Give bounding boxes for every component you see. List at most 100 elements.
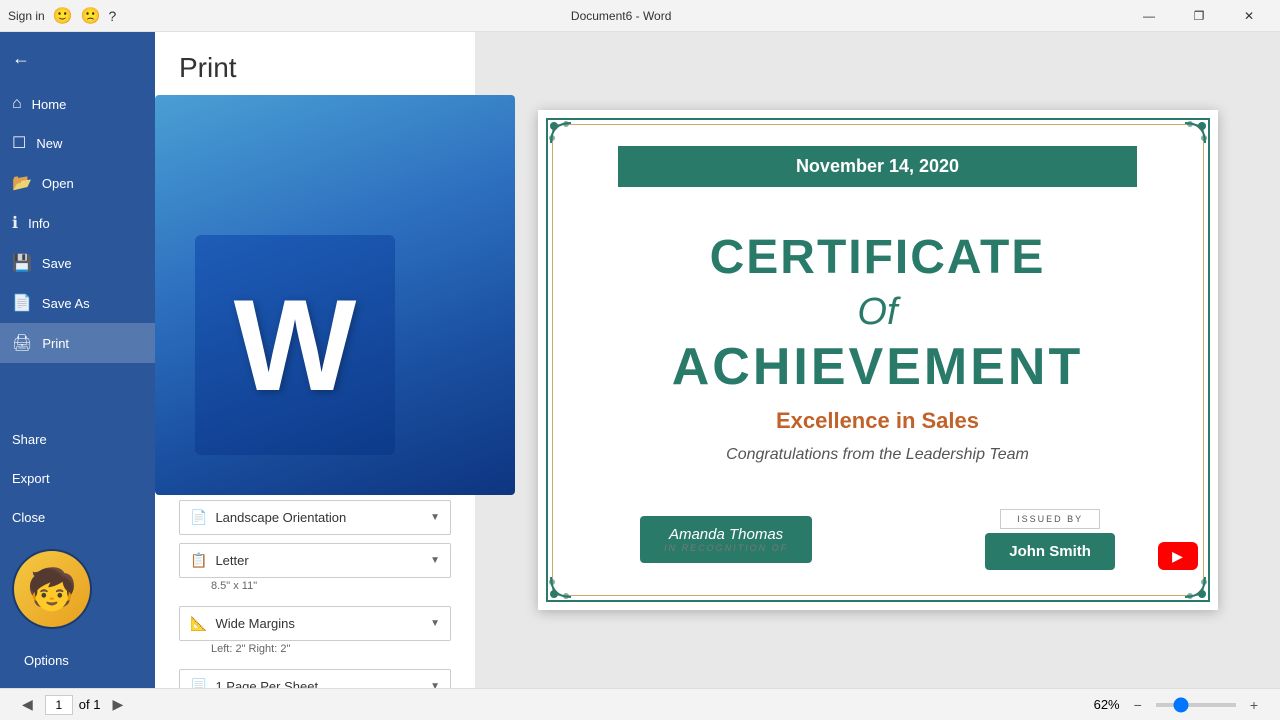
avatar: 🧒 [12,549,92,629]
corner-tl [546,118,596,168]
cert-title-achievement: ACHIEVEMENT [672,339,1083,396]
preview-container: November 14, 2020 CERTIFICATE Of ACHIEVE… [538,110,1218,610]
cert-congrats: Congratulations from the Leadership Team [726,446,1029,464]
titlebar-left: Sign in 🙂 🙁 ? [8,6,116,26]
youtube-play-icon: ▶ [1172,548,1183,565]
sidebar-item-label: Home [32,97,67,112]
sidebar-item-close[interactable]: Close [12,502,143,533]
sidebar-item-export[interactable]: Export [12,463,143,494]
home-icon: ⌂ [12,95,22,113]
options-label[interactable]: Options [12,645,143,676]
avatar-image: 🧒 [14,551,90,627]
margins-arrow-icon: ▼ [430,618,440,629]
sidebar-nav: ⌂ Home ☐ New 📂 Open ℹ Info 💾 Save 📄 Sav [0,85,155,412]
youtube-overlay[interactable]: ▶ [1158,542,1198,570]
orientation-arrow-icon: ▼ [430,512,440,523]
sidebar-item-label: New [36,136,62,151]
window-controls: — ❐ ✕ [1126,0,1272,32]
cert-recipient-name: Amanda Thomas [664,526,788,543]
save-icon: 💾 [12,253,32,273]
cert-recognition-label: IN RECOGNITION OF [664,543,788,553]
cert-footer: Amanda Thomas IN RECOGNITION OF ISSUED B… [554,509,1202,570]
pps-label: 1 Page Per Sheet [215,679,422,688]
page-navigation: ◀ of 1 ▶ [16,694,129,715]
cert-recipient: Amanda Thomas IN RECOGNITION OF [640,516,812,563]
app-body: ← ⌂ Home ☐ New 📂 Open ℹ Info 💾 Save [0,32,1280,688]
prev-page-button[interactable]: ◀ [16,694,39,715]
back-icon: ← [12,48,30,69]
zoom-area: 62% − + [1094,695,1264,715]
emoji-sad-button[interactable]: 🙁 [81,6,101,26]
paper-size: 8.5" x 11" [179,578,451,598]
sign-in-button[interactable]: Sign in [8,9,45,23]
margins-icon: 📐 [190,615,207,632]
sidebar-item-home[interactable]: ⌂ Home [0,85,155,123]
maximize-button[interactable]: ❐ [1176,0,1222,32]
margins-dropdown[interactable]: 📐 Wide Margins ▼ [179,606,451,641]
corner-tr [1160,118,1210,168]
saveas-icon: 📄 [12,293,32,313]
margins-detail: Left: 2" Right: 2" [179,641,451,661]
page-input[interactable] [45,695,73,715]
sidebar-item-print[interactable]: 🖨 Print [0,323,155,363]
help-button[interactable]: ? [109,8,117,24]
sidebar-item-label: Open [42,176,74,191]
pps-arrow-icon: ▼ [430,681,440,688]
pps-option: 📃 1 Page Per Sheet ▼ [179,669,451,688]
certificate: November 14, 2020 CERTIFICATE Of ACHIEVE… [538,110,1218,610]
preview-area: November 14, 2020 CERTIFICATE Of ACHIEVE… [475,32,1280,688]
next-page-button[interactable]: ▶ [106,694,129,715]
orientation-icon: 📄 [190,509,207,526]
sidebar-item-save[interactable]: 💾 Save [0,243,155,283]
window-title: Document6 - Word [116,9,1126,23]
sidebar-item-open[interactable]: 📂 Open [0,163,155,203]
minimize-button[interactable]: — [1126,0,1172,32]
orientation-option: 📄 Landscape Orientation ▼ [179,500,451,535]
sidebar-item-label: Save As [42,296,90,311]
sidebar-item-label: Info [28,216,50,231]
info-icon: ℹ [12,213,18,233]
zoom-in-button[interactable]: + [1244,695,1264,715]
sidebar-item-saveas[interactable]: 📄 Save As [0,283,155,323]
zoom-level: 62% [1094,697,1120,712]
cert-body: CERTIFICATE Of ACHIEVEMENT Excellence in… [672,187,1083,509]
orientation-label: Landscape Orientation [215,510,422,525]
open-icon: 📂 [12,173,32,193]
titlebar: Sign in 🙂 🙁 ? Document6 - Word — ❐ ✕ [0,0,1280,32]
print-title: Print [179,52,451,84]
new-icon: ☐ [12,133,26,153]
sidebar-item-new[interactable]: ☐ New [0,123,155,163]
cert-title-certificate: CERTIFICATE [710,232,1046,285]
sidebar-back-button[interactable]: ← [0,32,155,85]
sidebar-item-label: Print [42,336,69,351]
cert-subtitle: Excellence in Sales [776,408,979,434]
print-panel: Print 📄 Landscape Orientation ▼ 📋 Letter… [155,32,475,688]
orientation-dropdown[interactable]: 📄 Landscape Orientation ▼ [179,500,451,535]
paper-dropdown[interactable]: 📋 Letter ▼ [179,543,451,578]
margins-label: Wide Margins [215,616,422,631]
close-button[interactable]: ✕ [1226,0,1272,32]
cert-issued-label: ISSUED BY [1000,509,1100,529]
pps-icon: 📃 [190,678,207,688]
cert-issuer-name: John Smith [985,533,1115,570]
zoom-out-button[interactable]: − [1128,695,1148,715]
sidebar-item-info[interactable]: ℹ Info [0,203,155,243]
pps-dropdown[interactable]: 📃 1 Page Per Sheet ▼ [179,669,451,688]
cert-title-of: Of [857,293,897,331]
emoji-smile-button[interactable]: 🙂 [53,6,73,26]
sidebar-item-share[interactable]: Share [12,424,143,455]
paper-option: 📋 Letter ▼ 8.5" x 11" [179,543,451,598]
cert-date: November 14, 2020 [618,146,1136,187]
sidebar: ← ⌂ Home ☐ New 📂 Open ℹ Info 💾 Save [0,32,155,688]
zoom-slider[interactable] [1156,703,1236,707]
cert-issued-box: ISSUED BY John Smith [985,509,1115,570]
print-icon: 🖨 [12,333,32,353]
page-of-label: of 1 [79,697,101,712]
sidebar-bottom: Share Export Close 🧒 Options [0,412,155,688]
sidebar-item-label: Save [42,256,72,271]
statusbar: ◀ of 1 ▶ 62% − + [0,688,1280,720]
paper-arrow-icon: ▼ [430,555,440,566]
paper-label: Letter [215,553,422,568]
margins-option: 📐 Wide Margins ▼ Left: 2" Right: 2" [179,606,451,661]
paper-icon: 📋 [190,552,207,569]
